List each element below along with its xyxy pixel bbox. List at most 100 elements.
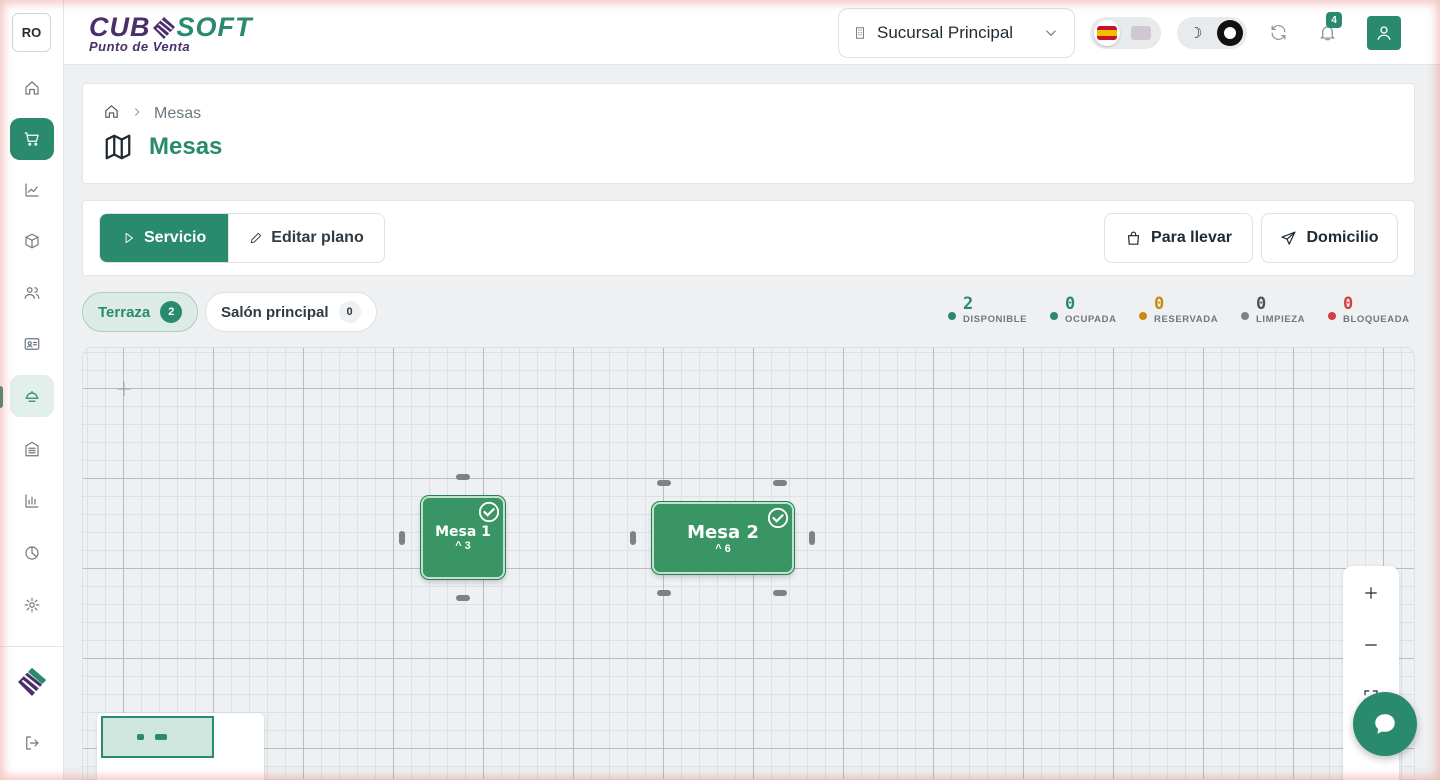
sidebar-item-settings[interactable]: [10, 584, 54, 626]
zoom-out-button[interactable]: [1343, 620, 1399, 670]
service-mode-button[interactable]: Servicio: [100, 214, 229, 262]
delivery-button[interactable]: Domicilio: [1261, 213, 1398, 263]
plus-icon: [1365, 587, 1377, 599]
status-dot: [1139, 312, 1147, 320]
breadcrumb-current: Mesas: [154, 105, 202, 122]
chair: [773, 590, 787, 596]
legend-ocupada: 0 OCUPADA: [1050, 294, 1117, 326]
users-icon: [24, 287, 40, 299]
status-dot: [948, 312, 956, 320]
check-circle-icon: [478, 501, 500, 523]
refresh-icon: [1271, 24, 1285, 40]
sidebar-item-reports[interactable]: [10, 480, 54, 522]
chair: [809, 531, 815, 545]
refresh-button[interactable]: [1266, 20, 1290, 44]
takeaway-label: Para llevar: [1151, 229, 1232, 246]
play-icon: [125, 232, 133, 244]
flag-uk-icon[interactable]: [1128, 20, 1154, 46]
breadcrumb: Mesas: [103, 103, 201, 125]
home-icon: [105, 105, 118, 118]
sidebar-item-customers[interactable]: [10, 272, 54, 314]
bar-chart-icon: [25, 494, 39, 508]
minimap[interactable]: [97, 713, 264, 780]
chair: [657, 590, 671, 596]
id-card-icon: [24, 338, 40, 350]
legend-limpieza: 0 LIMPIEZA: [1241, 294, 1305, 326]
zone-tab-count: 0: [338, 301, 361, 323]
sidebar-logo[interactable]: [10, 661, 54, 703]
theme-knob-icon: [1217, 20, 1243, 46]
legend-count: 0: [1065, 294, 1076, 314]
chat-button[interactable]: [1353, 692, 1417, 756]
theme-toggle[interactable]: ☽: [1177, 17, 1247, 49]
sidebar-item-branches[interactable]: [10, 428, 54, 470]
sidebar-item-logout[interactable]: [10, 722, 54, 764]
legend-reservada: 0 RESERVADA: [1139, 294, 1218, 326]
sidebar-item-statistics[interactable]: [10, 532, 54, 574]
language-toggle[interactable]: [1090, 17, 1161, 49]
chair: [456, 595, 470, 601]
table-mesa-1[interactable]: Mesa 1 ^ 3: [421, 496, 505, 579]
home-icon: [25, 81, 39, 95]
chair: [399, 531, 405, 545]
minus-icon: [1365, 644, 1377, 646]
logo-mark-icon: [18, 668, 46, 696]
takeaway-button[interactable]: Para llevar: [1104, 213, 1253, 263]
legend-count: 0: [1256, 294, 1267, 314]
legend-label: BLOQUEADA: [1343, 314, 1410, 325]
user-initials-badge[interactable]: RO: [12, 13, 51, 52]
active-indicator: [0, 386, 3, 408]
breadcrumb-home[interactable]: [103, 103, 120, 125]
shopping-bag-icon: [1127, 231, 1140, 245]
legend-count: 0: [1154, 294, 1165, 314]
chevron-down-icon: [1046, 30, 1056, 37]
chart-line-icon: [25, 183, 39, 197]
zoom-in-button[interactable]: [1343, 568, 1399, 618]
zone-tab-salon-principal[interactable]: Salón principal 0: [205, 292, 377, 332]
edit-plan-label: Editar plano: [271, 229, 364, 246]
sidebar-item-home[interactable]: [10, 67, 54, 109]
status-dot: [1328, 312, 1336, 320]
sidebar-item-employees[interactable]: [10, 323, 54, 365]
sidebar-item-analytics[interactable]: [10, 169, 54, 211]
sidebar-item-tables[interactable]: [10, 375, 54, 417]
legend-label: DISPONIBLE: [963, 314, 1028, 325]
minimap-viewport[interactable]: [101, 716, 214, 758]
table-capacity: ^ 3: [455, 539, 471, 552]
legend-count: 0: [1343, 294, 1354, 314]
status-dot: [1050, 312, 1058, 320]
cart-icon: [24, 132, 39, 146]
table-mesa-2[interactable]: Mesa 2 ^ 6: [652, 502, 794, 574]
logout-icon: [26, 736, 39, 750]
sidebar-item-sales[interactable]: [10, 118, 54, 160]
top-header: CUB SOFT Punto de Venta Sucursal Princip…: [64, 0, 1440, 65]
chair: [773, 480, 787, 486]
origin-crosshair-icon: [117, 382, 131, 396]
table-name: Mesa 1: [435, 523, 491, 540]
sidebar-divider: [0, 646, 64, 647]
chair: [456, 474, 470, 480]
legend-label: LIMPIEZA: [1256, 314, 1306, 325]
page-title-card: Mesas Mesas: [82, 83, 1415, 184]
edit-plan-button[interactable]: Editar plano: [228, 214, 384, 262]
dish-icon: [25, 390, 39, 402]
table-capacity: ^ 6: [715, 542, 731, 555]
sidebar-item-inventory[interactable]: [10, 220, 54, 262]
brand-mark-icon: [152, 16, 175, 39]
gear-icon: [24, 597, 40, 613]
user-menu-button[interactable]: [1367, 16, 1401, 50]
zone-tab-terraza[interactable]: Terraza 2: [82, 292, 199, 332]
floor-plan-canvas[interactable]: Mesa 1 ^ 3 Mesa 2 ^ 6: [82, 347, 1415, 780]
chevron-right-icon: [130, 105, 144, 124]
box-icon: [25, 233, 39, 249]
chair: [657, 480, 671, 486]
branch-selector[interactable]: Sucursal Principal: [838, 8, 1075, 58]
chair: [630, 531, 636, 545]
branch-label: Sucursal Principal: [877, 23, 1014, 42]
legend-disponible: 2 DISPONIBLE: [948, 294, 1027, 326]
brand-subtitle: Punto de Venta: [89, 39, 191, 54]
zone-tab-label: Salón principal: [221, 303, 329, 321]
flag-es-icon[interactable]: [1094, 20, 1120, 46]
legend-bloqueada: 0 BLOQUEADA: [1328, 294, 1410, 326]
legend-label: OCUPADA: [1065, 314, 1117, 325]
